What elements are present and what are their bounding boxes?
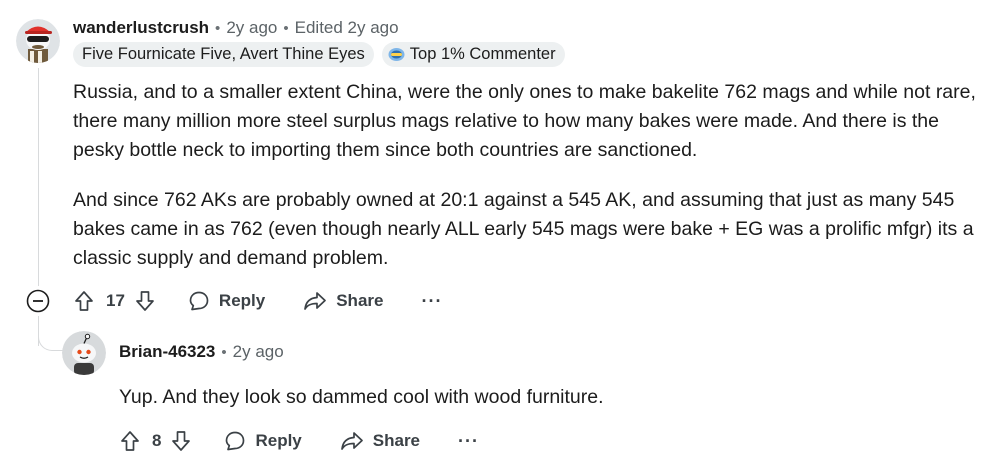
reply-actions: 8 Reply Share ··· [120,428,479,454]
share-button[interactable]: Share [340,430,420,452]
upvote-icon [75,291,93,311]
downvote-icon [172,431,191,451]
reply-button[interactable]: Reply [188,290,265,312]
reply-label: Reply [255,431,302,450]
comment-bubble-icon [189,291,209,311]
timestamp[interactable]: 2y ago [233,342,284,362]
more-options-button[interactable]: ··· [458,431,479,452]
vote-count: 8 [152,431,162,450]
timestamp[interactable]: 2y ago [226,18,277,38]
vote-count: 17 [106,291,125,310]
comment-paragraph: And since 762 AKs are probably owned at … [73,189,974,269]
more-options-button[interactable]: ··· [421,291,442,312]
reply-button[interactable]: Reply [224,430,302,452]
username[interactable]: Brian-46323 [119,342,215,362]
share-icon [340,432,363,450]
commenter-badge-icon [388,47,405,62]
comment-meta: wanderlustcrush • 2y ago • Edited 2y ago [73,16,399,40]
flair-row: Five Fournicate Five, Avert Thine Eyes T… [73,42,565,67]
share-icon [304,292,327,310]
separator-dot: • [215,19,221,37]
comment-bubble-icon [226,431,245,451]
thread-line [38,68,39,286]
downvote-icon [136,291,154,311]
reply-thread-curve [38,318,65,351]
downvote-button[interactable] [135,290,155,312]
upvote-icon [121,431,139,451]
reply-meta: Brian-46323 • 2y ago [119,340,284,364]
share-label: Share [372,431,421,450]
upvote-button[interactable] [74,290,94,312]
avatar[interactable] [16,19,60,63]
user-flair: Five Fournicate Five, Avert Thine Eyes [73,42,374,67]
comment-body: Russia, and to a smaller extent China, w… [73,78,978,273]
separator-dot: • [221,343,227,361]
upvote-button[interactable] [120,430,140,452]
badge-label: Top 1% Commenter [409,45,556,63]
reply-label: Reply [218,291,266,310]
comment-paragraph: Yup. And they look so dammed cool with w… [119,386,604,408]
username[interactable]: wanderlustcrush [73,18,209,38]
edited-label: Edited 2y ago [294,18,399,37]
top-commenter-badge: Top 1% Commenter [381,42,565,67]
share-label: Share [336,291,384,310]
downvote-button[interactable] [171,430,191,452]
separator-dot: • [283,19,289,37]
reply-avatar[interactable] [62,331,106,375]
collapse-icon [26,289,50,313]
comment-actions: 17 Reply Share ··· [74,288,442,314]
collapse-thread-button[interactable] [26,289,50,313]
comment-paragraph: Russia, and to a smaller extent China, w… [73,81,976,161]
reply-body: Yup. And they look so dammed cool with w… [119,383,979,412]
share-button[interactable]: Share [303,290,383,312]
